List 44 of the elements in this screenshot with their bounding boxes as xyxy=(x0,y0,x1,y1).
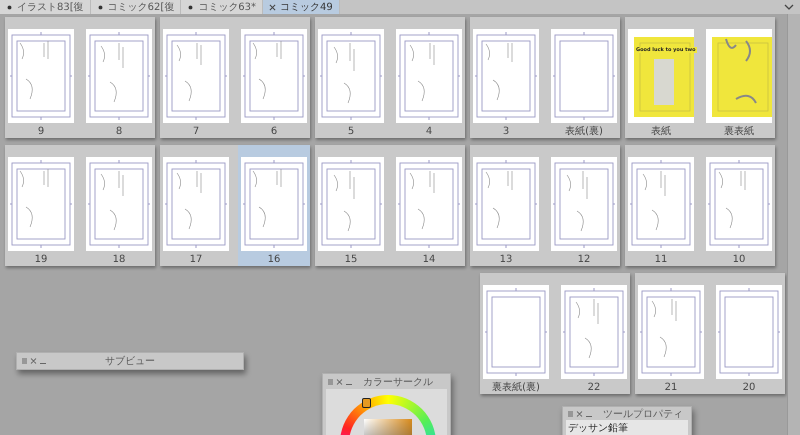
page-spread[interactable]: 裏表紙(裏) 22 xyxy=(480,273,630,394)
page-number: 3 xyxy=(502,126,510,138)
page-number: 表紙(裏) xyxy=(565,126,603,138)
page-number: 15 xyxy=(344,254,358,266)
page-number: 11 xyxy=(654,254,668,266)
page-number: 5 xyxy=(348,126,354,138)
page-spread[interactable]: 5 4 xyxy=(315,17,465,138)
page-number: 16 xyxy=(268,254,280,266)
document-tab[interactable]: コミック62[復 xyxy=(90,0,182,14)
page-number: 17 xyxy=(190,254,202,266)
page-number: 20 xyxy=(742,382,756,394)
page-number: 13 xyxy=(500,254,512,266)
panel-title: カラーサークル xyxy=(363,376,434,388)
document-tab[interactable]: コミック49 xyxy=(263,0,340,14)
page-number: 4 xyxy=(426,126,432,138)
page-spread[interactable]: 15 14 xyxy=(315,145,465,266)
page-number: 18 xyxy=(112,254,126,266)
page-number: 10 xyxy=(732,254,746,266)
page-spread[interactable]: 7 6 xyxy=(160,17,310,138)
document-tab[interactable]: コミック63* xyxy=(181,0,264,14)
document-tab[interactable]: イラスト83[復 xyxy=(0,0,91,14)
page-spread[interactable]: 9 8 xyxy=(5,17,155,138)
page-number: 19 xyxy=(34,254,48,266)
page-spread[interactable]: 21 20 xyxy=(635,273,785,394)
panel-title: サブビュー xyxy=(104,354,156,368)
page-number: 7 xyxy=(192,126,200,138)
page-number: 14 xyxy=(422,254,436,266)
page-number: 9 xyxy=(38,126,44,138)
page-spread[interactable]: 11 10 xyxy=(625,145,775,266)
page-number: 21 xyxy=(664,382,678,394)
page-spread[interactable]: 3 表紙(裏) xyxy=(470,17,620,138)
page-number: 6 xyxy=(270,126,278,138)
page-number: 12 xyxy=(578,254,590,266)
page-spread[interactable]: 17 16 xyxy=(160,145,310,266)
page-spread[interactable]: 19 18 xyxy=(5,145,155,266)
page-number: 裏表紙 xyxy=(724,126,754,138)
page-number: 表紙 xyxy=(651,126,671,138)
page-number: 裏表紙(裏) xyxy=(492,382,540,394)
page-number: 22 xyxy=(588,382,600,394)
tool-name: デッサン鉛筆 xyxy=(568,422,628,434)
page-spread[interactable]: 13 12 xyxy=(470,145,620,266)
page-number: 8 xyxy=(116,126,122,138)
page-thumbnail[interactable]: 16 xyxy=(238,145,310,266)
panel-title: ツールプロパティ xyxy=(603,408,684,420)
